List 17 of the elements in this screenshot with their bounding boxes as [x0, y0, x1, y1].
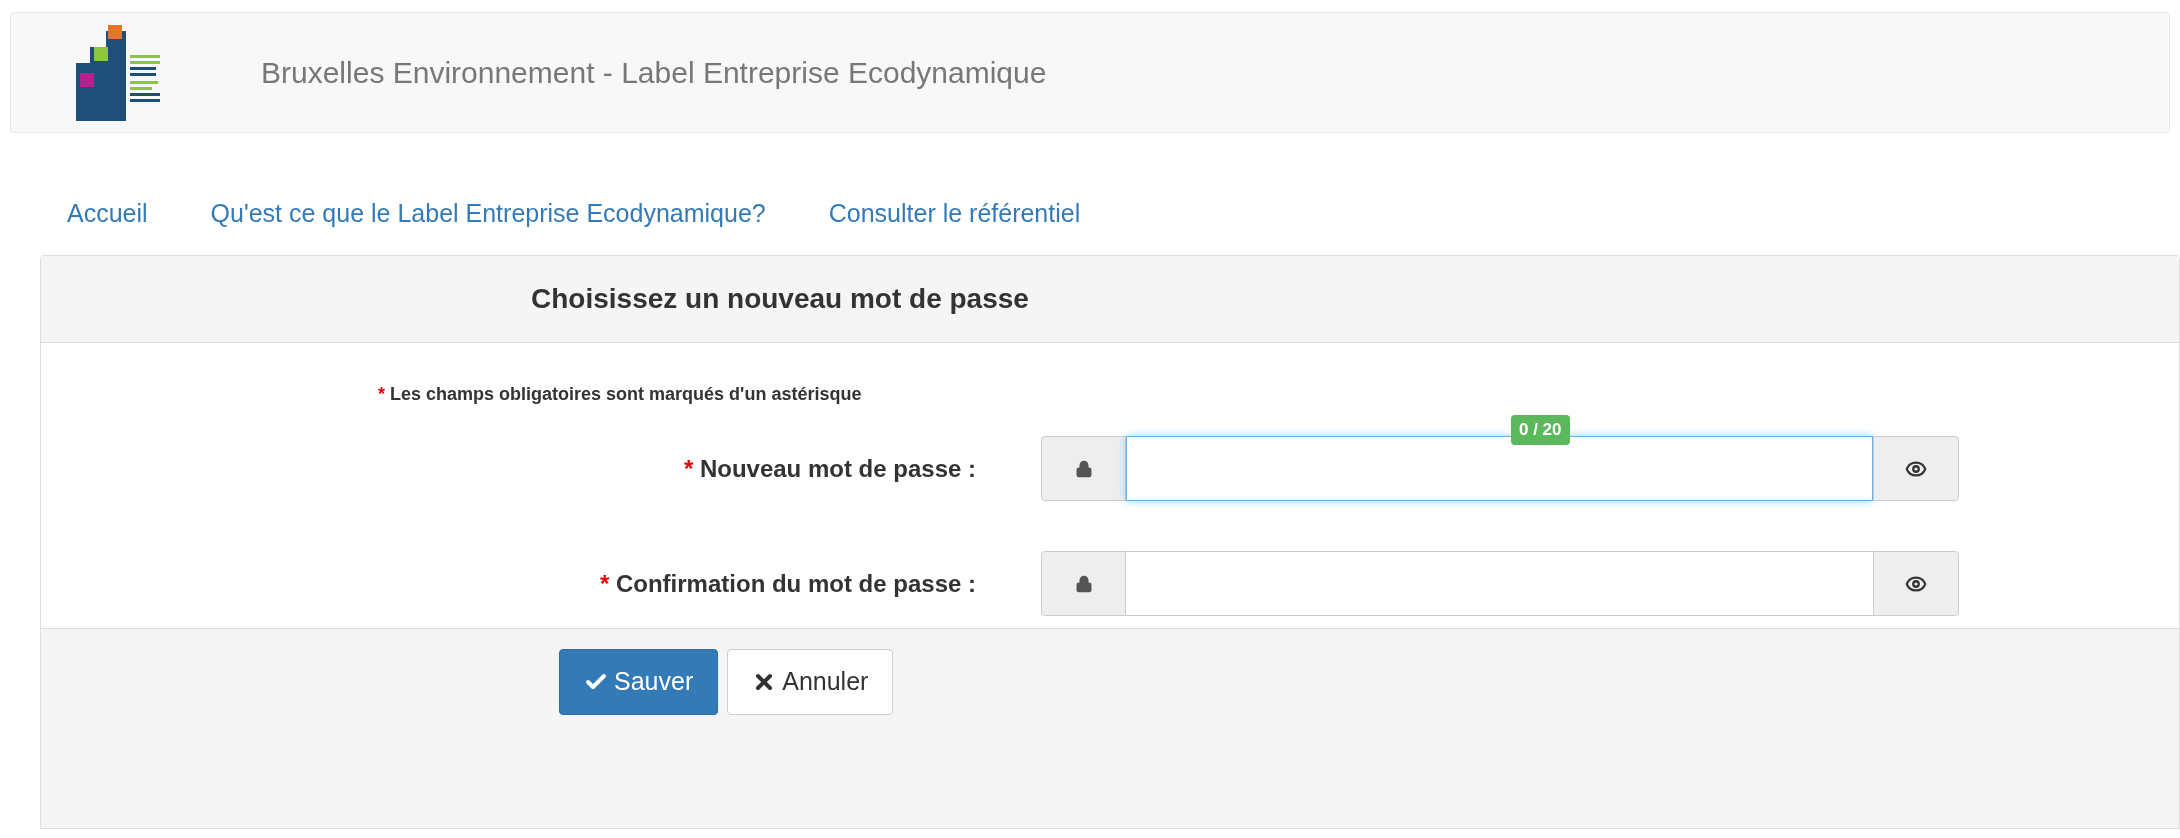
password-field[interactable] — [1126, 436, 1873, 501]
site-title: Bruxelles Environnement - Label Entreprise Ecodynamique — [261, 55, 1047, 91]
password-field[interactable] — [1126, 551, 1873, 616]
nav-link[interactable]: Consulter le référentiel — [828, 195, 1081, 233]
character-counter: 0 / 20 — [1511, 415, 1570, 445]
required-note: * Les champs obligatoires sont marqués d'un astérisque — [378, 384, 862, 404]
field-label: * Nouveau mot de passe : — [683, 453, 976, 484]
lock-icon — [1074, 459, 1093, 478]
cancel-button[interactable]: Annuler — [727, 649, 894, 715]
show-password-button[interactable] — [1873, 436, 1959, 501]
panel-title: Choisissez un nouveau mot de passe — [531, 282, 1029, 316]
field-label: * Confirmation du mot de passe : — [599, 568, 976, 599]
save-button[interactable]: Sauver — [559, 649, 719, 715]
lock-icon — [1074, 574, 1093, 593]
nav-link[interactable]: Qu'est ce que le Label Entreprise Ecodynamique? — [210, 195, 766, 233]
nav-link[interactable]: Accueil — [67, 195, 148, 233]
show-password-button[interactable] — [1873, 551, 1959, 616]
